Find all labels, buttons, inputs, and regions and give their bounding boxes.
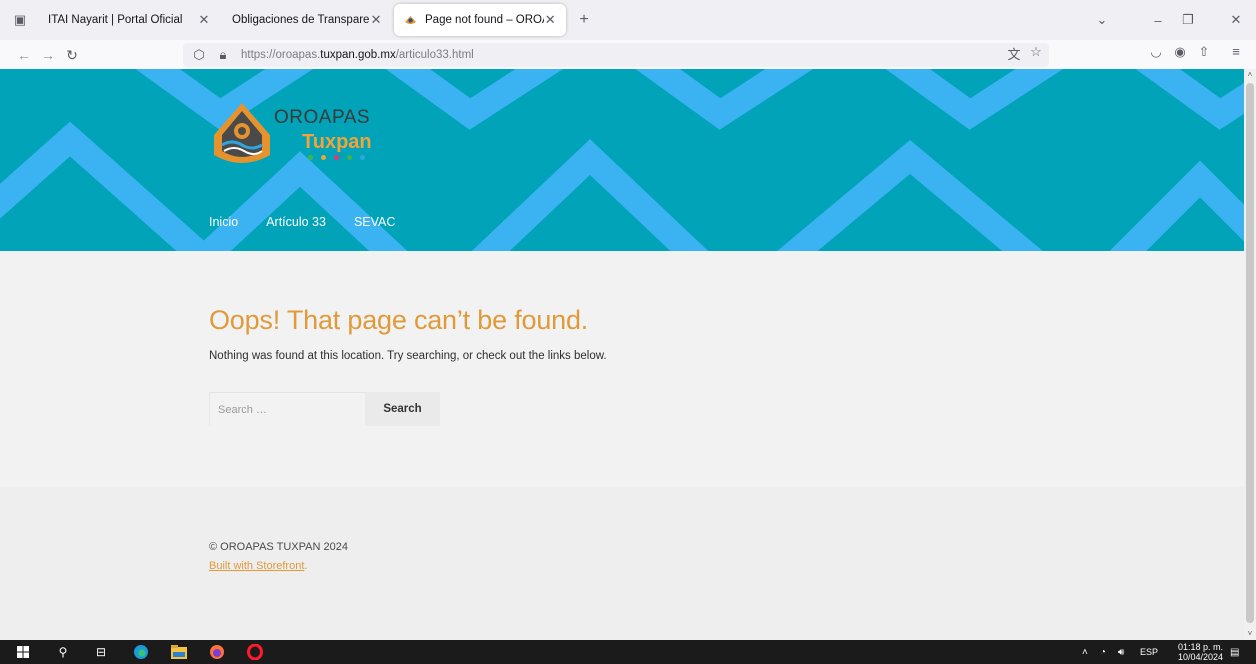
nav-link-sevac[interactable]: SEVAC (354, 215, 395, 229)
url-domain: tuxpan.gob.mx (320, 49, 396, 61)
url-bar[interactable]: ⬡ 🔒︎ https://oroapas.tuxpan.gob.mx/artic… (183, 43, 1049, 67)
tab-title: Obligaciones de Transparencia S.O. (232, 14, 370, 26)
logo-dots (308, 155, 365, 160)
lock-icon[interactable]: 🔒︎ (215, 47, 231, 63)
built-with: Built with Storefront. (209, 560, 308, 572)
show-hidden-icons-chevron-up-icon[interactable]: ˄ (1082, 640, 1088, 664)
shield-icon[interactable]: ⬡ (191, 47, 207, 63)
not-found-message: Nothing was found at this location. Try … (209, 350, 607, 362)
windows-taskbar: ⚲ ⊟ ˄ ◔ 🔊︎ ESP 01:18 p. m. 10/04/2024 ▤ (0, 640, 1256, 664)
close-icon[interactable]: ✕ (196, 12, 212, 28)
tab-obligaciones[interactable]: Obligaciones de Transparencia S.O. ✕ (222, 4, 392, 36)
edge-browser-icon[interactable] (132, 643, 150, 661)
file-explorer-icon[interactable] (170, 643, 188, 661)
tab-title: ITAI Nayarit | Portal Oficial (48, 14, 183, 26)
main-content: Oops! That page can’t be found. Nothing … (209, 305, 607, 426)
notifications-icon[interactable]: ▤ (1230, 640, 1239, 664)
extensions-icon[interactable]: ⇧ (1194, 44, 1214, 60)
url-text[interactable]: https://oroapas.tuxpan.gob.mx/articulo33… (241, 49, 474, 61)
pocket-icon[interactable]: ◡ (1146, 44, 1166, 60)
tab-list-icon[interactable]: ▣ (10, 10, 30, 30)
logo-text-tuxpan: Tuxpan (302, 131, 372, 153)
main-navigation: Inicio Artículo 33 SEVAC (209, 215, 423, 229)
firefox-icon[interactable] (208, 643, 226, 661)
site-header: OROAPAS Tuxpan Inicio Artículo 33 SEVAC (0, 69, 1244, 251)
vertical-scrollbar[interactable]: ˄ ˅ (1244, 69, 1256, 640)
page-viewport: OROAPAS Tuxpan Inicio Artículo 33 SEVAC … (0, 69, 1244, 640)
network-icon[interactable]: ◔ (1100, 640, 1106, 664)
new-tab-plus-icon[interactable]: + (574, 10, 594, 30)
logo-text-oroapas: OROAPAS (274, 107, 371, 128)
tab-title: Page not found – OROAPAS TU (425, 14, 544, 26)
opera-icon[interactable] (246, 643, 264, 661)
windows-start-icon[interactable] (14, 643, 32, 661)
language-indicator[interactable]: ESP (1140, 640, 1158, 664)
search-icon[interactable]: ⚲ (54, 643, 72, 661)
minimize-icon[interactable]: – (1148, 10, 1168, 30)
scroll-up-arrow-icon[interactable]: ˄ (1244, 69, 1256, 81)
url-prefix: https://oroapas. (241, 49, 321, 61)
scrollbar-thumb[interactable] (1246, 83, 1254, 623)
clock-date: 10/04/2024 (1178, 652, 1224, 662)
search-input[interactable] (209, 392, 365, 426)
site-favicon-icon (404, 13, 417, 27)
site-footer: © OROAPAS TUXPAN 2024 Built with Storefr… (0, 487, 1244, 640)
page-title: Oops! That page can’t be found. (209, 305, 589, 335)
window-close-icon[interactable]: ✕ (1226, 10, 1246, 30)
search-form: Search (209, 392, 440, 426)
site-logo[interactable]: OROAPAS Tuxpan (212, 101, 392, 181)
tab-page-not-found[interactable]: Page not found – OROAPAS TU ✕ (394, 4, 566, 36)
browser-nav-bar: ← → ↻ ⬡ 🔒︎ https://oroapas.tuxpan.gob.mx… (0, 40, 1256, 69)
forward-arrow-icon[interactable]: → (38, 45, 58, 65)
system-clock[interactable]: 01:18 p. m. 10/04/2024 (1178, 642, 1223, 662)
chevron-pattern (0, 69, 1244, 251)
back-arrow-icon[interactable]: ← (14, 45, 34, 65)
search-button[interactable]: Search (365, 392, 440, 426)
scroll-down-arrow-icon[interactable]: ˅ (1244, 628, 1256, 640)
storefront-link[interactable]: Built with Storefront (209, 560, 304, 572)
tab-overflow-chevron-down-icon[interactable]: ⌄ (1092, 10, 1112, 30)
volume-icon[interactable]: 🔊︎ (1118, 640, 1124, 664)
task-view-icon[interactable]: ⊟ (92, 643, 110, 661)
nav-link-articulo-33[interactable]: Artículo 33 (266, 215, 326, 229)
copyright-text: © OROAPAS TUXPAN 2024 (209, 541, 348, 553)
tab-itai[interactable]: ITAI Nayarit | Portal Oficial ✕ (38, 4, 222, 36)
restore-icon[interactable]: ❐ (1178, 10, 1198, 30)
logo-emblem-icon (214, 103, 270, 163)
close-icon[interactable]: ✕ (370, 12, 382, 28)
account-icon[interactable]: ◉ (1170, 44, 1190, 60)
reload-icon[interactable]: ↻ (62, 45, 82, 65)
url-path: /articulo33.html (395, 49, 474, 61)
translate-icon[interactable]: 文 (1004, 44, 1024, 63)
clock-time: 01:18 p. m. (1178, 642, 1224, 652)
close-icon[interactable]: ✕ (544, 12, 556, 28)
browser-tab-bar: ▣ ITAI Nayarit | Portal Oficial ✕ Obliga… (0, 0, 1256, 40)
nav-link-inicio[interactable]: Inicio (209, 215, 238, 229)
bookmark-star-icon[interactable]: ☆ (1026, 44, 1046, 60)
menu-hamburger-icon[interactable]: ≡ (1226, 44, 1246, 59)
